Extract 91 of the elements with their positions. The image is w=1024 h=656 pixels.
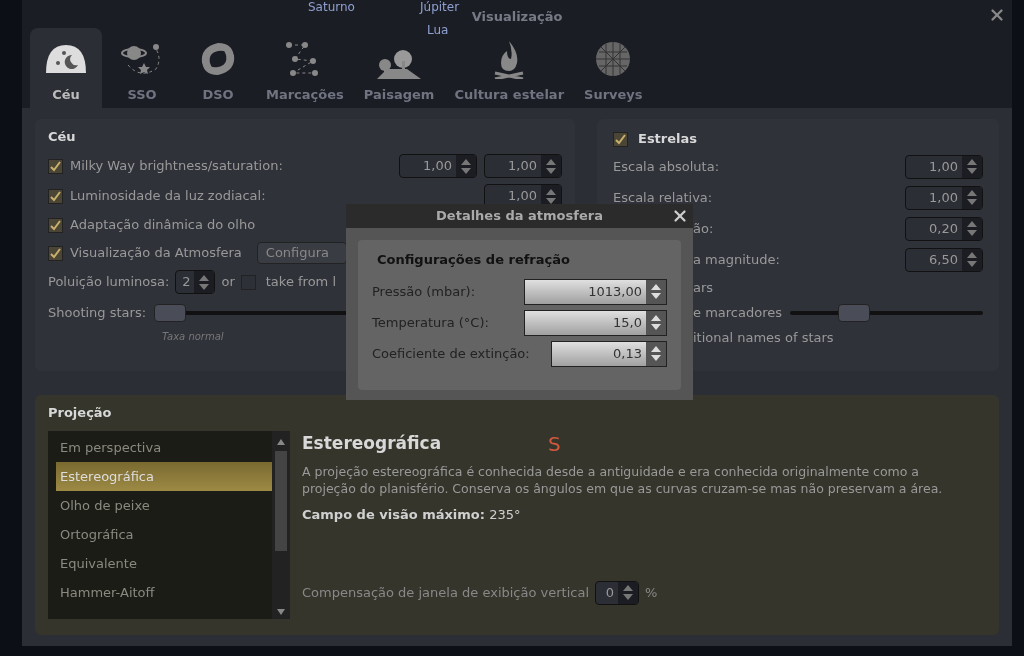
spin-up-icon[interactable] [651,284,661,290]
configure-button[interactable]: Configura [256,242,347,264]
close-icon[interactable] [671,207,689,225]
group-title: Estrelas [638,130,698,149]
projection-heading: Estereográfica [302,432,443,456]
spin-up-icon[interactable] [651,346,661,352]
tab[interactable]: Céu [30,28,102,108]
option-label: ão: [693,219,715,238]
list-item[interactable]: Ortográfica [56,520,272,549]
spin-down-icon[interactable] [651,355,661,361]
tab[interactable]: DSO [182,28,254,108]
spin-box[interactable]: 0 [595,580,640,605]
option-label: Adaptação dinâmica do olho [70,216,256,235]
spin-up-icon[interactable] [623,585,634,591]
window-title: Visualização [471,8,563,27]
spin-down-icon[interactable] [967,168,977,174]
scrollbar[interactable] [272,431,290,619]
spin-box[interactable]: 15,0 [524,309,667,336]
group-title: Céu [48,128,77,146]
close-icon[interactable] [988,6,1006,24]
spin-up-icon[interactable] [967,190,977,196]
option-label: ars [693,279,714,298]
planet-label: Lua [427,24,449,36]
spin-down-icon[interactable] [967,199,977,205]
spin-down-icon[interactable] [967,230,977,236]
option-label: take from l [265,273,336,292]
spin-up-icon[interactable] [546,158,556,165]
percent-label: % [645,583,658,602]
checkbox[interactable] [613,131,628,147]
spin-down-icon[interactable] [461,167,471,174]
field-label: Temperatura (°C): [372,313,490,332]
checkbox[interactable] [48,158,63,174]
spin-up-icon[interactable] [546,188,556,195]
spin-down-icon[interactable] [651,324,661,330]
group-title: Configurações de refração [377,251,571,269]
spin-up-icon[interactable] [967,159,977,165]
option-label: e marcadores [693,304,782,323]
spin-up-icon[interactable] [461,158,471,165]
spin-box[interactable]: 1,00 [905,154,983,179]
option-label: a magnitude: [693,250,781,269]
spin-box[interactable]: 1013,00 [524,278,667,305]
slider-handle[interactable] [154,304,187,322]
option-label: Luminosidade da luz zodiacal: [70,187,267,206]
spin-box[interactable]: 6,50 [905,247,983,272]
cardinal-point-label: S [548,431,561,458]
slider-caption: Taxa normal [162,330,225,344]
spin-box[interactable]: 1,00 [484,154,562,178]
offset-label: Compensação de janela de exibição vertical [302,583,590,602]
option-label: itional names of stars [693,329,834,348]
tab[interactable]: Marcações [258,28,352,108]
group-title: Projeção [48,404,113,422]
checkbox[interactable] [48,188,63,204]
field-label: Pressão (mbar): [372,282,477,301]
spin-up-icon[interactable] [651,315,661,321]
option-label: Visualização da Atmosfera [70,244,242,263]
or-label: or [221,273,235,292]
planet-label: Júpiter [420,1,460,13]
max-fov-text: Campo de visão máximo: 235° [302,506,522,524]
spin-box[interactable]: 2 [175,270,216,294]
spin-box[interactable]: 0,13 [551,340,667,367]
spin-down-icon[interactable] [546,167,556,174]
list-item[interactable]: Olho de peixe [56,491,272,520]
checkbox[interactable] [240,274,256,290]
checkbox[interactable] [48,217,63,233]
option-label: Escala absoluta: [613,157,721,176]
list-item[interactable]: Em perspectiva [56,433,272,462]
option-label: Poluição luminosa: [48,273,170,292]
list-item[interactable]: Estereográfica [56,462,272,491]
spin-down-icon[interactable] [623,594,634,600]
spin-down-icon[interactable] [967,261,977,267]
spin-box[interactable]: 0,20 [905,216,983,241]
spin-down-icon[interactable] [651,293,661,299]
spin-down-icon[interactable] [199,283,210,290]
spin-up-icon[interactable] [967,221,977,227]
spin-box[interactable]: 1,00 [399,154,477,178]
spin-up-icon[interactable] [967,252,977,258]
spin-box[interactable]: 1,00 [905,185,983,210]
checkbox[interactable] [48,245,63,261]
list-item[interactable]: Equivalente [56,549,272,578]
option-label: Milky Way brightness/saturation: [70,157,284,176]
spin-up-icon[interactable] [199,274,210,281]
option-label: Shooting stars: [48,304,147,323]
planet-label: Saturno [308,1,355,13]
option-label: Escala relativa: [613,188,714,207]
field-label: Coeficiente de extinção: [372,344,531,363]
slider-handle[interactable] [838,304,871,322]
tab[interactable]: SSO [106,28,178,108]
tab[interactable]: Surveys [576,28,651,108]
dialog-title: Detalhes da atmosfera [436,207,603,226]
projection-description: A projeção estereográfica é conhecida desde a antiguidade e era conhecida originalmente como a projeção do planisfério. Conserva os ângulos em que as curvas cruzam-se mas não preservam a área. [302,463,944,497]
list-item[interactable]: Hammer-Aitoff [56,578,272,607]
